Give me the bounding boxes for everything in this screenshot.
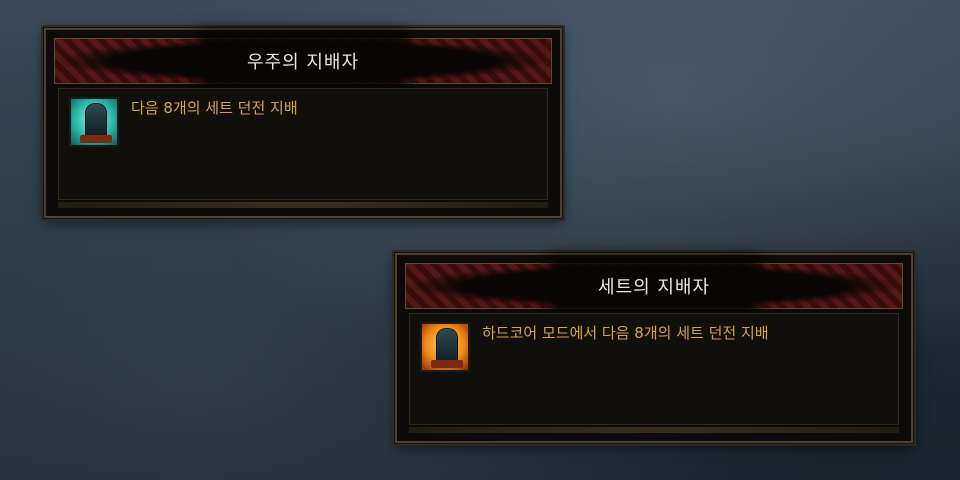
panel-bottom-trim <box>58 202 548 208</box>
achievement-content: 다음 8개의 세트 던전 지배 <box>58 88 548 200</box>
title-plate: 우주의 지배자 <box>206 42 400 80</box>
dungeon-throne-icon <box>69 97 119 147</box>
dungeon-throne-icon <box>420 322 470 372</box>
throne-glyph <box>437 329 457 363</box>
achievement-description: 하드코어 모드에서 다음 8개의 세트 던전 지배 <box>482 324 769 342</box>
throne-base <box>80 135 112 143</box>
achievement-panel-2[interactable]: 세트의 지배자 하드코어 모드에서 다음 8개의 세트 던전 지배 <box>395 253 913 443</box>
throne-base <box>431 360 463 368</box>
panel-bottom-trim <box>409 427 899 433</box>
achievement-description: 다음 8개의 세트 던전 지배 <box>131 99 298 117</box>
throne-glyph <box>86 104 106 138</box>
achievement-panel-1[interactable]: 우주의 지배자 다음 8개의 세트 던전 지배 <box>44 28 562 218</box>
achievement-title: 세트의 지배자 <box>597 277 711 298</box>
achievement-title: 우주의 지배자 <box>246 52 360 73</box>
title-plate: 세트의 지배자 <box>557 267 751 305</box>
achievement-content: 하드코어 모드에서 다음 8개의 세트 던전 지배 <box>409 313 899 425</box>
achievement-title-bar: 세트의 지배자 <box>405 263 903 309</box>
achievement-title-bar: 우주의 지배자 <box>54 38 552 84</box>
